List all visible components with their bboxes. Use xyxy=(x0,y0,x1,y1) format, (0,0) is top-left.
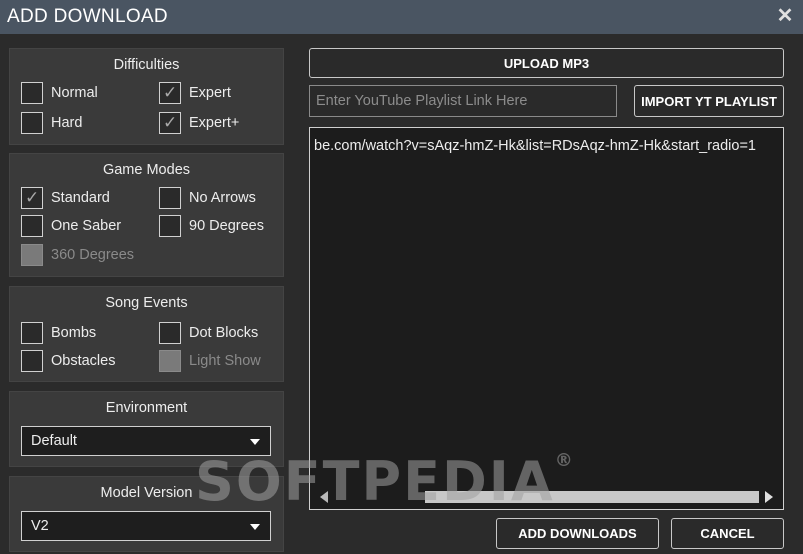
song-events-title: Song Events xyxy=(105,295,188,311)
checkbox-360-degrees: 360 Degrees xyxy=(21,244,134,266)
checkbox-label: Dot Blocks xyxy=(189,325,259,341)
checkbox-label: Expert+ xyxy=(189,115,240,131)
checkbox-obstacles[interactable]: Obstacles xyxy=(21,350,115,372)
checkbox-box xyxy=(21,244,43,266)
cancel-button[interactable]: CANCEL xyxy=(671,518,784,549)
checkbox-box xyxy=(159,350,181,372)
checkbox-label: 90 Degrees xyxy=(189,218,264,234)
checkbox-box[interactable] xyxy=(21,322,43,344)
checkbox-label: Bombs xyxy=(51,325,97,341)
checkbox-normal[interactable]: Normal xyxy=(21,82,98,104)
checkbox-box[interactable]: ✓ xyxy=(159,82,181,104)
checkbox-box[interactable] xyxy=(159,215,181,237)
add-downloads-button[interactable]: ADD DOWNLOADS xyxy=(496,518,659,549)
playlist-link-placeholder: Enter YouTube Playlist Link Here xyxy=(316,93,528,109)
chevron-down-icon xyxy=(250,524,260,530)
import-yt-playlist-button[interactable]: IMPORT YT PLAYLIST xyxy=(634,85,784,117)
watermark-text: SOFTPEDIA xyxy=(195,450,555,513)
checkbox-box[interactable] xyxy=(21,82,43,104)
checkbox-light-show: Light Show xyxy=(159,350,261,372)
checkbox-label: One Saber xyxy=(51,218,122,234)
difficulties-title: Difficulties xyxy=(113,57,180,73)
checkbox-label: No Arrows xyxy=(189,190,256,206)
checkbox-no-arrows[interactable]: No Arrows xyxy=(159,187,256,209)
environment-title: Environment xyxy=(105,400,188,416)
checkbox-label: Hard xyxy=(51,115,83,131)
checkmark-icon: ✓ xyxy=(25,188,40,207)
song-events-panel: Song Events Bombs Dot Blocks Obstacles L… xyxy=(9,286,284,382)
title-bar: ADD DOWNLOAD ✕ xyxy=(0,0,803,34)
checkbox-hard[interactable]: Hard xyxy=(21,112,82,134)
checkbox-label: Normal xyxy=(51,85,98,101)
playlist-link-input[interactable]: Enter YouTube Playlist Link Here xyxy=(309,85,617,117)
checkbox-box[interactable] xyxy=(159,187,181,209)
environment-value: Default xyxy=(31,433,77,449)
registered-mark: ® xyxy=(554,450,575,471)
difficulties-panel: Difficulties Normal ✓ Expert Hard ✓ Expe… xyxy=(9,48,284,145)
checkbox-box[interactable] xyxy=(159,322,181,344)
checkbox-bombs[interactable]: Bombs xyxy=(21,322,96,344)
checkmark-icon: ✓ xyxy=(163,113,178,132)
model-version-value: V2 xyxy=(31,518,49,534)
checkbox-label: Obstacles xyxy=(51,353,116,369)
checkmark-icon: ✓ xyxy=(163,83,178,102)
checkbox-box[interactable] xyxy=(21,215,43,237)
checkbox-expert[interactable]: ✓ Expert xyxy=(159,82,231,104)
softpedia-watermark: SOFTPEDIA® xyxy=(195,450,575,513)
game-modes-panel: Game Modes ✓ Standard No Arrows One Sabe… xyxy=(9,153,284,277)
checkbox-label: Expert xyxy=(189,85,231,101)
checkbox-label: Light Show xyxy=(189,353,261,369)
model-version-select[interactable]: V2 xyxy=(21,511,271,541)
checkbox-box[interactable]: ✓ xyxy=(159,112,181,134)
upload-mp3-button[interactable]: UPLOAD MP3 xyxy=(309,48,784,78)
checkbox-label: Standard xyxy=(51,190,110,206)
scroll-right-arrow-icon[interactable] xyxy=(765,491,773,503)
checkbox-label: 360 Degrees xyxy=(51,247,135,263)
checkbox-box[interactable]: ✓ xyxy=(21,187,43,209)
close-icon[interactable]: ✕ xyxy=(775,4,795,28)
checkbox-dot-blocks[interactable]: Dot Blocks xyxy=(159,322,258,344)
window-title: ADD DOWNLOAD xyxy=(7,6,168,27)
checkbox-expert-plus[interactable]: ✓ Expert+ xyxy=(159,112,239,134)
chevron-down-icon xyxy=(250,439,260,445)
game-modes-title: Game Modes xyxy=(102,162,191,178)
checkbox-box[interactable] xyxy=(21,112,43,134)
checkbox-90-degrees[interactable]: 90 Degrees xyxy=(159,215,264,237)
checkbox-standard[interactable]: ✓ Standard xyxy=(21,187,110,209)
links-text: be.com/watch?v=sAqz-hmZ-Hk&list=RDsAqz-h… xyxy=(314,138,756,154)
checkbox-one-saber[interactable]: One Saber xyxy=(21,215,121,237)
checkbox-box[interactable] xyxy=(21,350,43,372)
